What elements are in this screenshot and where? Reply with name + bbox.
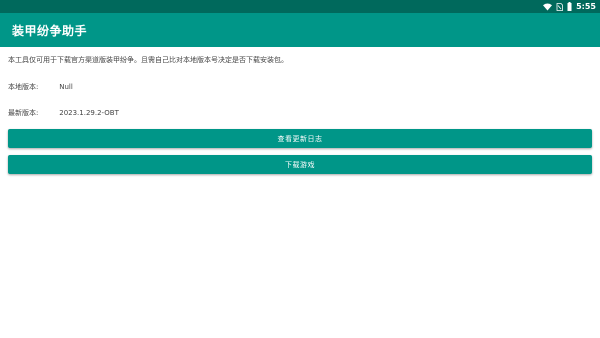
local-version-value: Null — [59, 83, 73, 91]
wifi-icon — [543, 0, 553, 13]
app-title: 装甲纷争助手 — [12, 23, 88, 38]
latest-version-label: 最新版本: — [8, 109, 39, 117]
description-text: 本工具仅可用于下载官方渠道版装甲纷争。且需自己比对本地版本号决定是否下载安装包。 — [8, 56, 288, 64]
download-game-button[interactable]: 下载游戏 — [8, 155, 592, 174]
status-time: 5:55 — [576, 2, 596, 11]
latest-version-value: 2023.1.29.2-OBT — [59, 109, 119, 117]
view-changelog-button[interactable]: 查看更新日志 — [8, 129, 592, 148]
local-version-label: 本地版本: — [8, 83, 39, 91]
app-bar: 装甲纷争助手 — [0, 13, 600, 47]
status-bar: 5:55 — [0, 0, 600, 13]
battery-icon — [567, 0, 572, 13]
sim-icon — [556, 0, 563, 13]
latest-version-row: 最新版本: 2023.1.29.2-OBT — [8, 108, 119, 118]
local-version-row: 本地版本: Null — [8, 82, 73, 92]
